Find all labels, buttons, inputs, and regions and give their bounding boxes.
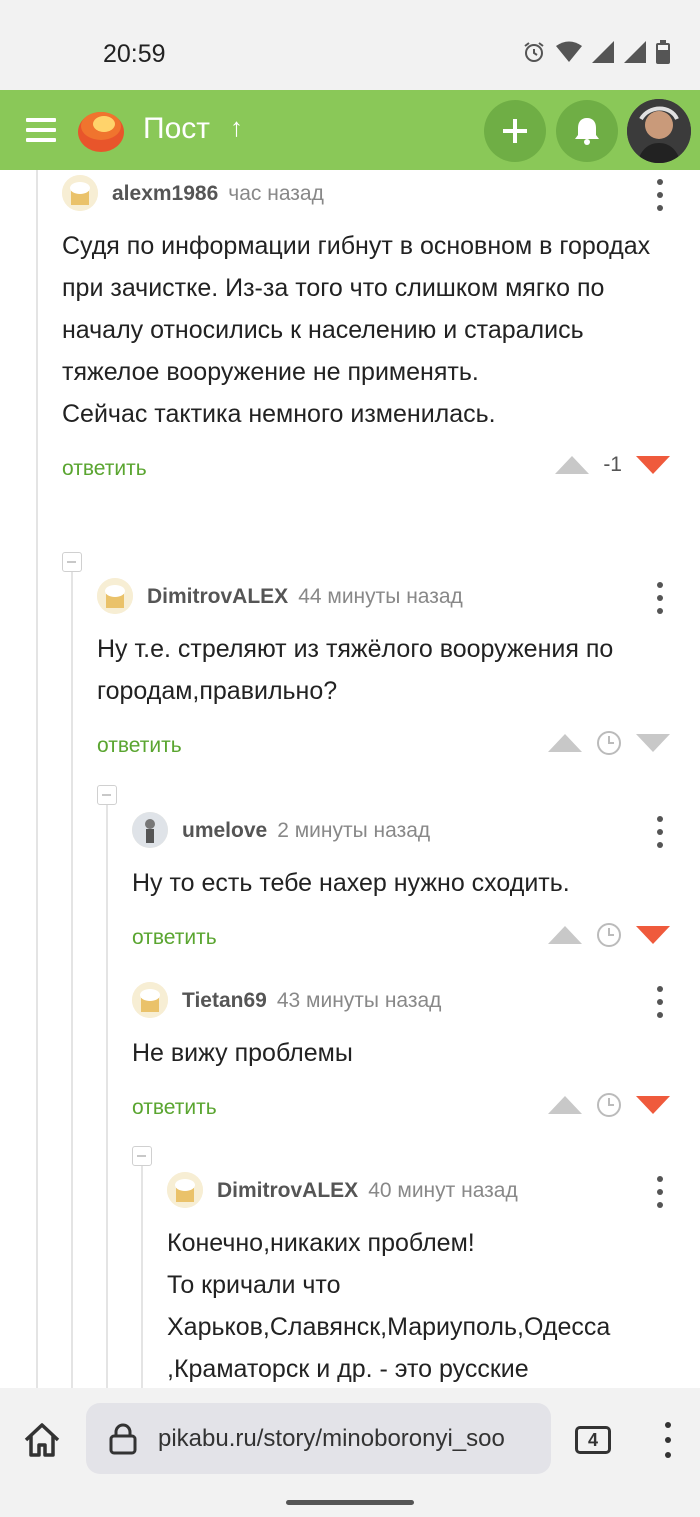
reply-link[interactable]: ответить — [132, 1096, 217, 1120]
signal-icon — [592, 41, 614, 63]
comment-score: -1 — [603, 453, 622, 476]
bell-icon — [575, 118, 599, 145]
comment-author[interactable]: DimitrovALEX 44 минуты назад — [147, 585, 463, 609]
collapse-toggle[interactable] — [132, 1146, 152, 1166]
status-icons — [522, 40, 670, 64]
comment-text: Не вижу проблемы — [132, 1039, 353, 1067]
comment-time: 40 минут назад — [368, 1179, 518, 1202]
vote-down-icon[interactable] — [636, 734, 670, 752]
vote-down-icon[interactable] — [636, 926, 670, 944]
comment-menu-icon[interactable] — [650, 179, 670, 211]
thread-line — [106, 804, 108, 1388]
vote-down-icon[interactable] — [636, 456, 670, 474]
vote-up-icon[interactable] — [548, 734, 582, 752]
comment-time: час назад — [228, 182, 324, 205]
notifications-button[interactable] — [556, 100, 618, 162]
signal-icon-2 — [624, 41, 646, 63]
comment-time: 44 минуты назад — [298, 585, 463, 608]
lock-icon — [109, 1423, 137, 1455]
avatar[interactable] — [132, 812, 168, 848]
comments-thread: alexm1986 час назад Судя по информации ги… — [0, 170, 700, 1388]
pikabu-logo[interactable] — [76, 106, 126, 154]
thread-line — [36, 170, 38, 1388]
comment-author[interactable]: alexm1986 час назад — [112, 182, 324, 206]
add-post-button[interactable] — [484, 100, 546, 162]
reply-link[interactable]: ответить — [97, 734, 182, 758]
menu-icon[interactable] — [26, 118, 56, 142]
vote-up-icon[interactable] — [555, 456, 590, 474]
thread-line — [71, 570, 73, 1388]
page-title: Пост — [143, 112, 210, 145]
status-time: 20:59 — [103, 40, 166, 68]
reply-link[interactable]: ответить — [132, 926, 217, 950]
battery-icon — [656, 40, 670, 64]
wifi-icon — [556, 41, 582, 62]
comment-text: Судя по информации гибнут в основном в г… — [62, 232, 651, 428]
home-icon[interactable] — [22, 1420, 62, 1460]
comment: umelove 2 минуты назад Ну то есть тебе на… — [132, 810, 670, 958]
comment-menu-icon[interactable] — [650, 1176, 670, 1208]
avatar[interactable] — [132, 982, 168, 1018]
address-bar[interactable]: pikabu.ru/story/minoboronyi_soo — [86, 1403, 551, 1474]
comment-menu-icon[interactable] — [650, 986, 670, 1018]
comment-author[interactable]: DimitrovALEX 40 минут назад — [217, 1179, 518, 1203]
scroll-up-icon[interactable]: ↑ — [230, 112, 243, 143]
comment-text: Ну то есть тебе нахер нужно сходить. — [132, 869, 570, 897]
reply-link[interactable]: ответить — [62, 457, 147, 481]
gesture-bar[interactable] — [286, 1500, 414, 1505]
clock-icon — [597, 731, 621, 755]
comment: DimitrovALEX 44 минуты назад Ну т.е. стре… — [97, 576, 670, 766]
comment: DimitrovALEX 40 минут назад Конечно,никак… — [167, 1170, 670, 1388]
comment: Tietan69 43 минуты назад Не вижу проблемы… — [132, 980, 670, 1128]
user-avatar[interactable] — [627, 99, 691, 163]
plus-icon — [503, 119, 527, 143]
comment-author[interactable]: umelove 2 минуты назад — [182, 819, 430, 843]
collapse-toggle[interactable] — [97, 785, 117, 805]
avatar[interactable] — [62, 175, 98, 211]
comment-author[interactable]: Tietan69 43 минуты назад — [182, 989, 441, 1013]
comment-text: Конечно,никаких проблем! То кричали что … — [167, 1229, 611, 1383]
clock-icon — [597, 923, 621, 947]
browser-toolbar: pikabu.ru/story/minoboronyi_soo 4 — [0, 1388, 700, 1517]
avatar[interactable] — [167, 1172, 203, 1208]
status-bar: 20:59 — [0, 0, 700, 90]
vote-down-icon[interactable] — [636, 1096, 670, 1114]
thread-line — [141, 1166, 143, 1388]
alarm-icon — [524, 42, 544, 62]
tab-switcher-button[interactable]: 4 — [575, 1426, 611, 1454]
app-header: Пост ↑ — [0, 90, 700, 170]
url-text: pikabu.ru/story/minoboronyi_soo — [158, 1425, 505, 1452]
comment: alexm1986 час назад Судя по информации ги… — [62, 173, 670, 489]
comment-menu-icon[interactable] — [650, 582, 670, 614]
collapse-toggle[interactable] — [62, 552, 82, 572]
comment-time: 43 минуты назад — [276, 989, 442, 1012]
comment-text: Ну т.е. стреляют из тяжёлого вооружения … — [97, 635, 614, 705]
clock-icon — [597, 1093, 621, 1117]
vote-up-icon[interactable] — [548, 926, 582, 944]
more-options-icon[interactable] — [664, 1422, 672, 1458]
vote-up-icon[interactable] — [548, 1096, 582, 1114]
comment-time: 2 минуты назад — [277, 819, 431, 842]
avatar[interactable] — [97, 578, 133, 614]
comment-menu-icon[interactable] — [650, 816, 670, 848]
